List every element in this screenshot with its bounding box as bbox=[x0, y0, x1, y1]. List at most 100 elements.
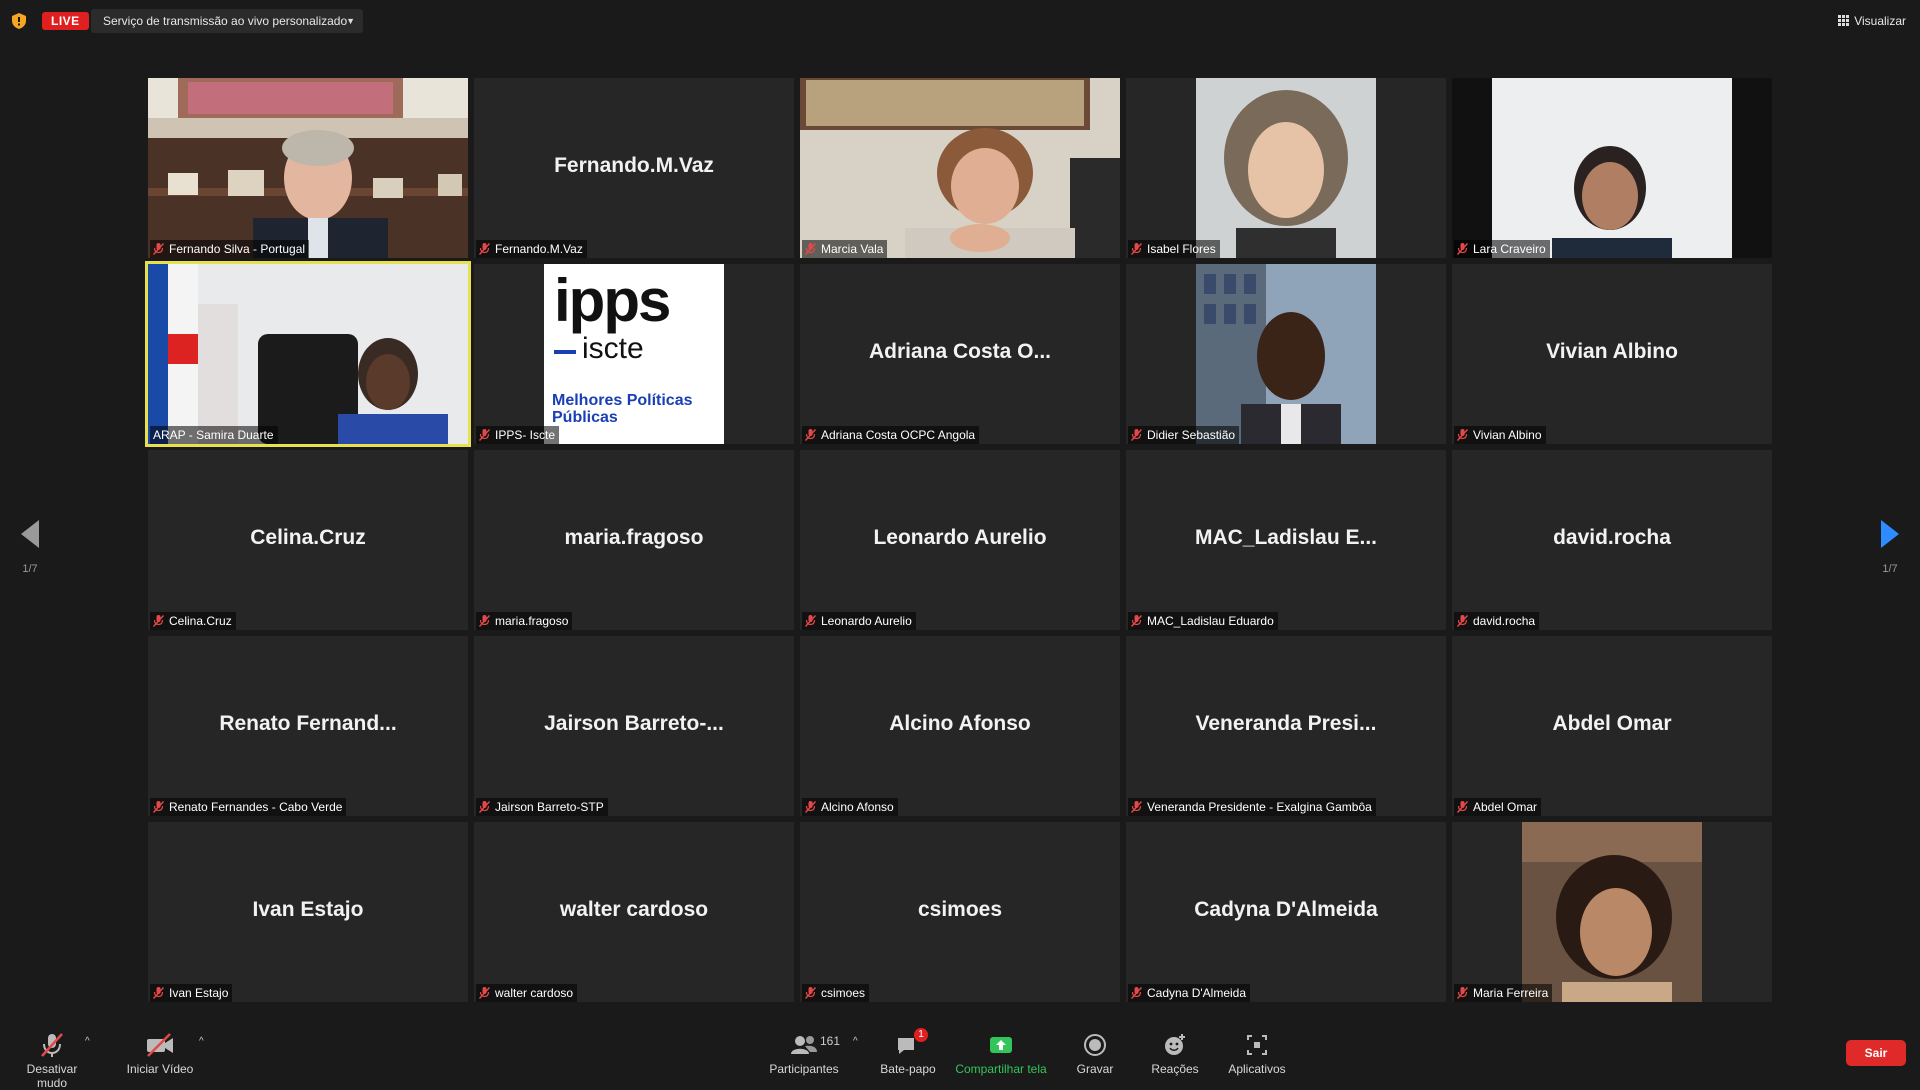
live-badge[interactable]: LIVE bbox=[42, 12, 89, 30]
participant-tile[interactable]: Vivian Albino Vivian Albino bbox=[1452, 264, 1772, 444]
participant-tile[interactable]: Celina.Cruz Celina.Cruz bbox=[148, 450, 468, 630]
top-bar: LIVE Serviço de transmissão ao vivo pers… bbox=[0, 0, 1920, 42]
participant-tile[interactable]: walter cardoso walter cardoso bbox=[474, 822, 794, 1002]
participant-tile[interactable]: Renato Fernand... Renato Fernandes - Cabo… bbox=[148, 636, 468, 816]
record-button[interactable]: Gravar bbox=[1070, 1032, 1120, 1076]
mic-muted-icon bbox=[153, 801, 164, 813]
participants-count: 161 bbox=[820, 1034, 841, 1048]
leave-meeting-button[interactable]: Sair bbox=[1846, 1040, 1906, 1066]
participant-tile[interactable]: Fernando.M.Vaz Fernando.M.Vaz bbox=[474, 78, 794, 258]
reactions-button[interactable]: Reações bbox=[1148, 1032, 1202, 1076]
stream-service-dropdown[interactable]: Serviço de transmissão ao vivo personali… bbox=[91, 9, 363, 33]
mic-muted-icon bbox=[479, 801, 490, 813]
participant-name-text: Abdel Omar bbox=[1473, 800, 1538, 814]
iscte-logo-text: iscte bbox=[582, 332, 644, 365]
participant-name-label: csimoes bbox=[802, 984, 870, 1002]
mic-muted-icon bbox=[479, 243, 490, 255]
participant-tile[interactable]: maria.fragoso maria.fragoso bbox=[474, 450, 794, 630]
participant-name-text: Adriana Costa OCPC Angola bbox=[821, 428, 976, 442]
page-indicator-left: 1/7 bbox=[22, 563, 38, 575]
arrow-right-icon bbox=[1881, 520, 1899, 548]
participant-tile[interactable]: Adriana Costa O... Adriana Costa OCPC An… bbox=[800, 264, 1120, 444]
participant-tile[interactable]: Maria Ferreira bbox=[1452, 822, 1772, 1002]
page-indicator-right: 1/7 bbox=[1882, 563, 1898, 575]
unmute-label: Desativar mudo bbox=[26, 1062, 78, 1090]
participant-tile[interactable]: Isabel Flores bbox=[1126, 78, 1446, 258]
participant-name-large: maria.fragoso bbox=[564, 526, 704, 549]
mic-muted-icon bbox=[805, 801, 816, 813]
view-button[interactable]: Visualizar bbox=[1838, 12, 1906, 30]
start-video-button[interactable]: Iniciar Vídeo bbox=[122, 1032, 198, 1076]
participant-name-label: MAC_Ladislau Eduardo bbox=[1128, 612, 1278, 630]
participant-name-large: Adriana Costa O... bbox=[868, 340, 1052, 363]
reactions-icon bbox=[1165, 1034, 1185, 1055]
participant-name-large: Cadyna D'Almeida bbox=[1194, 898, 1378, 921]
participant-name-large: Fernando.M.Vaz bbox=[554, 154, 714, 177]
participant-name-large: Abdel Omar bbox=[1552, 712, 1672, 735]
participant-name-text: Veneranda Presidente - Exalgina Gambôa bbox=[1147, 800, 1372, 814]
participant-tile[interactable]: Jairson Barreto-... Jairson Barreto-STP bbox=[474, 636, 794, 816]
apps-icon bbox=[1247, 1035, 1267, 1055]
mic-muted-icon bbox=[153, 243, 164, 255]
chevron-down-icon: ▼ bbox=[346, 16, 355, 26]
participant-tile[interactable]: Marcia Vala bbox=[800, 78, 1120, 258]
mic-muted-icon bbox=[1457, 987, 1468, 999]
participant-name-large: MAC_Ladislau E... bbox=[1194, 526, 1378, 549]
mic-muted-icon bbox=[153, 615, 164, 627]
participant-name-text: Renato Fernandes - Cabo Verde bbox=[169, 800, 343, 814]
participant-tile[interactable]: Cadyna D'Almeida Cadyna D'Almeida bbox=[1126, 822, 1446, 1002]
participant-name-text: IPPS- Iscte bbox=[495, 428, 556, 442]
share-screen-label: Compartilhar tela bbox=[955, 1062, 1047, 1076]
participant-tile[interactable]: csimoes csimoes bbox=[800, 822, 1120, 1002]
previous-page-button[interactable]: 1/7 bbox=[10, 520, 50, 580]
participant-tile[interactable]: Lara Craveiro bbox=[1452, 78, 1772, 258]
participant-tile[interactable]: Fernando Silva - Portugal bbox=[148, 78, 468, 258]
participant-name-label: Didier Sebastião bbox=[1128, 426, 1240, 444]
apps-label: Aplicativos bbox=[1228, 1062, 1286, 1076]
participant-video bbox=[148, 264, 468, 444]
participant-tile[interactable]: Alcino Afonso Alcino Afonso bbox=[800, 636, 1120, 816]
participant-tile[interactable]: Veneranda Presi... Veneranda Presidente -… bbox=[1126, 636, 1446, 816]
logo-tagline-2: Públicas bbox=[552, 409, 618, 426]
participant-name-large: Vivian Albino bbox=[1546, 340, 1678, 363]
participant-name-text: Leonardo Aurelio bbox=[821, 614, 912, 628]
participant-name-label: Lara Craveiro bbox=[1454, 240, 1550, 258]
participant-tile[interactable]: Didier Sebastião bbox=[1126, 264, 1446, 444]
next-page-button[interactable]: 1/7 bbox=[1870, 520, 1910, 580]
ipps-logo: ipps iscte Melhores Políticas Públicas bbox=[544, 264, 724, 444]
chat-button[interactable]: Bate-papo 1 bbox=[872, 1028, 944, 1076]
reactions-label: Reações bbox=[1151, 1062, 1199, 1076]
mic-muted-icon bbox=[1457, 429, 1468, 441]
participant-tile[interactable]: david.rocha david.rocha bbox=[1452, 450, 1772, 630]
participant-name-large: Ivan Estajo bbox=[252, 898, 364, 921]
participant-video bbox=[1522, 822, 1702, 1002]
participant-name-text: csimoes bbox=[821, 986, 866, 1000]
participant-tile[interactable]: MAC_Ladislau E... MAC_Ladislau Eduardo bbox=[1126, 450, 1446, 630]
participant-name-text: ARAP - Samira Duarte bbox=[153, 428, 274, 442]
participant-tile[interactable]: ipps iscte Melhores Políticas Públicas I… bbox=[474, 264, 794, 444]
participant-name-label: maria.fragoso bbox=[476, 612, 573, 630]
stream-service-label: Serviço de transmissão ao vivo personali… bbox=[103, 14, 348, 28]
participant-tile[interactable]: Ivan Estajo Ivan Estajo bbox=[148, 822, 468, 1002]
participant-tile-active-speaker[interactable]: ARAP - Samira Duarte bbox=[145, 261, 471, 447]
audio-options-chevron-icon[interactable]: ^ bbox=[85, 1036, 90, 1047]
mic-muted-icon bbox=[1457, 801, 1468, 813]
mic-muted-icon bbox=[805, 429, 816, 441]
share-screen-button[interactable]: Compartilhar tela bbox=[952, 1032, 1050, 1076]
video-options-chevron-icon[interactable]: ^ bbox=[199, 1036, 204, 1047]
participant-name-label: Vivian Albino bbox=[1454, 426, 1546, 444]
participant-name-text: Isabel Flores bbox=[1147, 242, 1216, 256]
participant-tile[interactable]: Abdel Omar Abdel Omar bbox=[1452, 636, 1772, 816]
unmute-button[interactable]: Desativar mudo bbox=[10, 1032, 94, 1090]
arrow-left-icon bbox=[21, 520, 39, 548]
participants-options-chevron-icon[interactable]: ^ bbox=[853, 1036, 858, 1047]
participant-name-text: Celina.Cruz bbox=[169, 614, 232, 628]
participant-tile[interactable]: Leonardo Aurelio Leonardo Aurelio bbox=[800, 450, 1120, 630]
apps-button[interactable]: Aplicativos bbox=[1222, 1032, 1292, 1076]
participant-name-text: Didier Sebastião bbox=[1147, 428, 1236, 442]
logo-underscore-mark bbox=[554, 350, 576, 354]
participant-name-text: Jairson Barreto-STP bbox=[495, 800, 604, 814]
security-shield-icon[interactable] bbox=[12, 13, 26, 29]
mic-muted-icon bbox=[805, 615, 816, 627]
mic-muted-icon bbox=[1131, 429, 1142, 441]
